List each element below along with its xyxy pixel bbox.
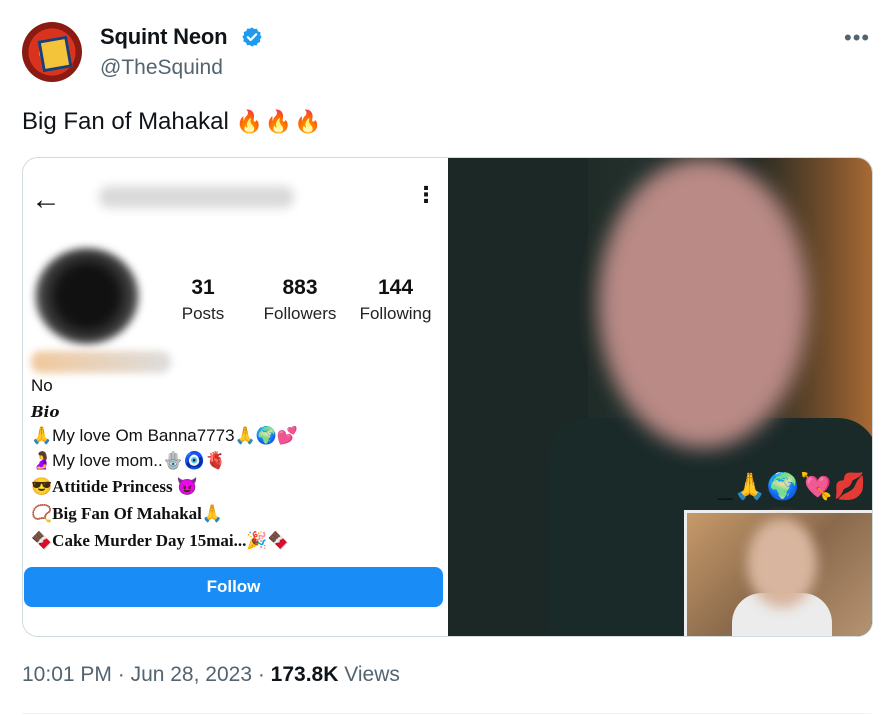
- follow-button: Follow: [24, 567, 443, 607]
- bio-line: 🙏My love Om Banna7773🙏🌍💕: [31, 426, 299, 445]
- bio-line: 📿Big Fan Of Mahakal🙏: [31, 504, 224, 523]
- inset-photo: [684, 510, 872, 636]
- stat-followers: 883 Followers: [255, 276, 345, 324]
- tweet-date[interactable]: Jun 28, 2023: [131, 663, 252, 686]
- tweet-text: Big Fan of Mahakal 🔥🔥🔥: [22, 108, 324, 136]
- bio-line: 😎Attitide Princess 😈: [31, 477, 198, 496]
- stat-value: 31: [191, 276, 215, 299]
- author-handle[interactable]: @TheSquind: [100, 56, 223, 80]
- stat-value: 144: [377, 276, 414, 299]
- stat-label: Posts: [181, 304, 225, 323]
- tweet-time[interactable]: 10:01 PM: [22, 663, 112, 686]
- avatar-logo: [37, 35, 73, 73]
- bio-heading: Bio: [31, 403, 60, 421]
- stat-following: 144 Following: [353, 276, 438, 324]
- fire-emojis: 🔥🔥🔥: [235, 109, 324, 134]
- stat-label: Following: [359, 304, 432, 323]
- bio-line: 🍫Cake Murder Day 15mai...🎉🍫: [31, 531, 289, 550]
- profile-name-line: No: [31, 376, 53, 395]
- views-label: Views: [344, 663, 400, 686]
- verified-badge-icon: [242, 27, 262, 47]
- tweet-meta: 10:01 PM · Jun 28, 2023 · 173.8K Views: [22, 663, 400, 686]
- blurred-username: [99, 186, 294, 208]
- author-avatar[interactable]: [22, 22, 82, 82]
- emoji-overlay: _🙏🌍💘💋: [718, 471, 867, 501]
- tweet-body: Big Fan of Mahakal: [22, 108, 229, 135]
- stat-value: 883: [282, 276, 318, 299]
- stat-label: Followers: [263, 304, 337, 323]
- profile-screenshot: ← ⋮ 31 Posts 883 Followers 144 Following…: [23, 158, 448, 636]
- views-count: 173.8K: [270, 663, 339, 686]
- bio-line: 🤰My love mom..🪬🧿🫀: [31, 451, 227, 470]
- kebab-icon: ⋮: [415, 182, 437, 207]
- photo-screenshot: _🙏🌍💘💋: [448, 158, 872, 636]
- back-arrow-icon: ←: [31, 183, 61, 216]
- divider: [22, 713, 871, 714]
- inset-blurred-face: [747, 518, 817, 608]
- stat-posts: 31 Posts: [173, 276, 233, 324]
- more-icon[interactable]: •••: [844, 25, 870, 51]
- tweet-media[interactable]: ← ⋮ 31 Posts 883 Followers 144 Following…: [22, 157, 873, 637]
- blurred-profile-picture: [35, 248, 139, 344]
- blurred-display-name: [31, 351, 171, 373]
- blurred-face: [598, 158, 808, 448]
- author-name[interactable]: Squint Neon: [100, 24, 228, 50]
